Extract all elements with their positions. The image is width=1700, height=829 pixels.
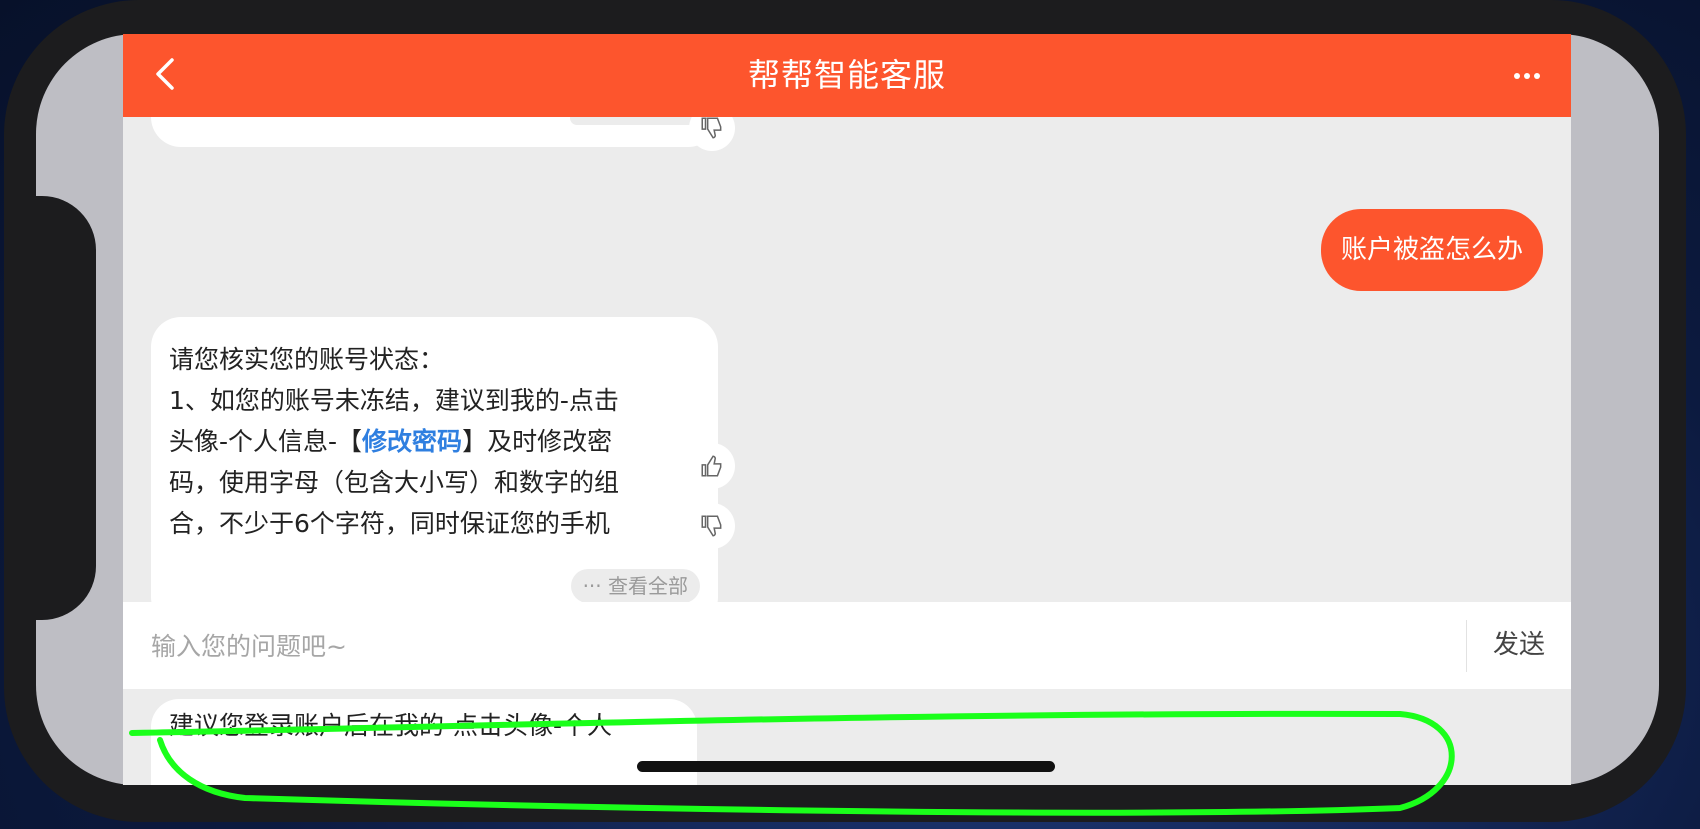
thumb-up-icon [701, 455, 722, 477]
thumb-down-icon [701, 515, 722, 537]
user-message: 账户被盗怎么办 [1320, 209, 1543, 291]
view-all-button[interactable]: ··· 查看全部 [570, 569, 700, 603]
change-password-link[interactable]: 修改密码 [362, 427, 462, 456]
previous-bot-message [151, 117, 718, 147]
reply-line: 1、如您的账号未冻结，建议到我的-点击 [169, 386, 619, 415]
reply-line: 码，使用字母（包含大小写）和数字的组 [169, 468, 620, 497]
bot-reply-text: 请您核实您的账号状态： 1、如您的账号未冻结，建议到我的-点击 头像-个人信息-… [169, 339, 697, 544]
camera-notch [36, 196, 96, 620]
view-all-stub [570, 117, 698, 125]
reply-line: 】及时修改密 [462, 427, 613, 456]
reply-line: 头像-个人信息-【 [169, 427, 363, 456]
reply-line: 合，不少于6个字符，同时保证您的手机 [169, 509, 610, 538]
thumb-down-icon [701, 117, 722, 139]
home-indicator [637, 761, 1055, 772]
bot-reply-message: 请您核实您的账号状态： 1、如您的账号未冻结，建议到我的-点击 头像-个人信息-… [151, 317, 718, 627]
chat-app: 帮帮智能客服 账户被盗怎么办 请您核实您的账号状态： 1、如您的账号未冻结，建议… [123, 34, 1571, 785]
thumb-up-button[interactable] [689, 443, 735, 489]
more-dots-icon [1514, 73, 1520, 79]
suggestion-item[interactable]: 建议您登录账户后在我的-点击头像-个人 [151, 699, 697, 785]
input-bar: 发送 [123, 602, 1571, 689]
reply-line: 请您核实您的账号状态： [169, 345, 445, 374]
more-button[interactable] [1507, 58, 1547, 94]
send-button[interactable]: 发送 [1467, 602, 1571, 689]
page-title: 帮帮智能客服 [747, 56, 946, 94]
more-dot [1534, 73, 1540, 79]
nav-bar: 帮帮智能客服 [123, 34, 1571, 117]
thumb-down-button[interactable] [689, 503, 735, 549]
question-input[interactable] [149, 620, 1333, 672]
more-dot [1524, 73, 1530, 79]
